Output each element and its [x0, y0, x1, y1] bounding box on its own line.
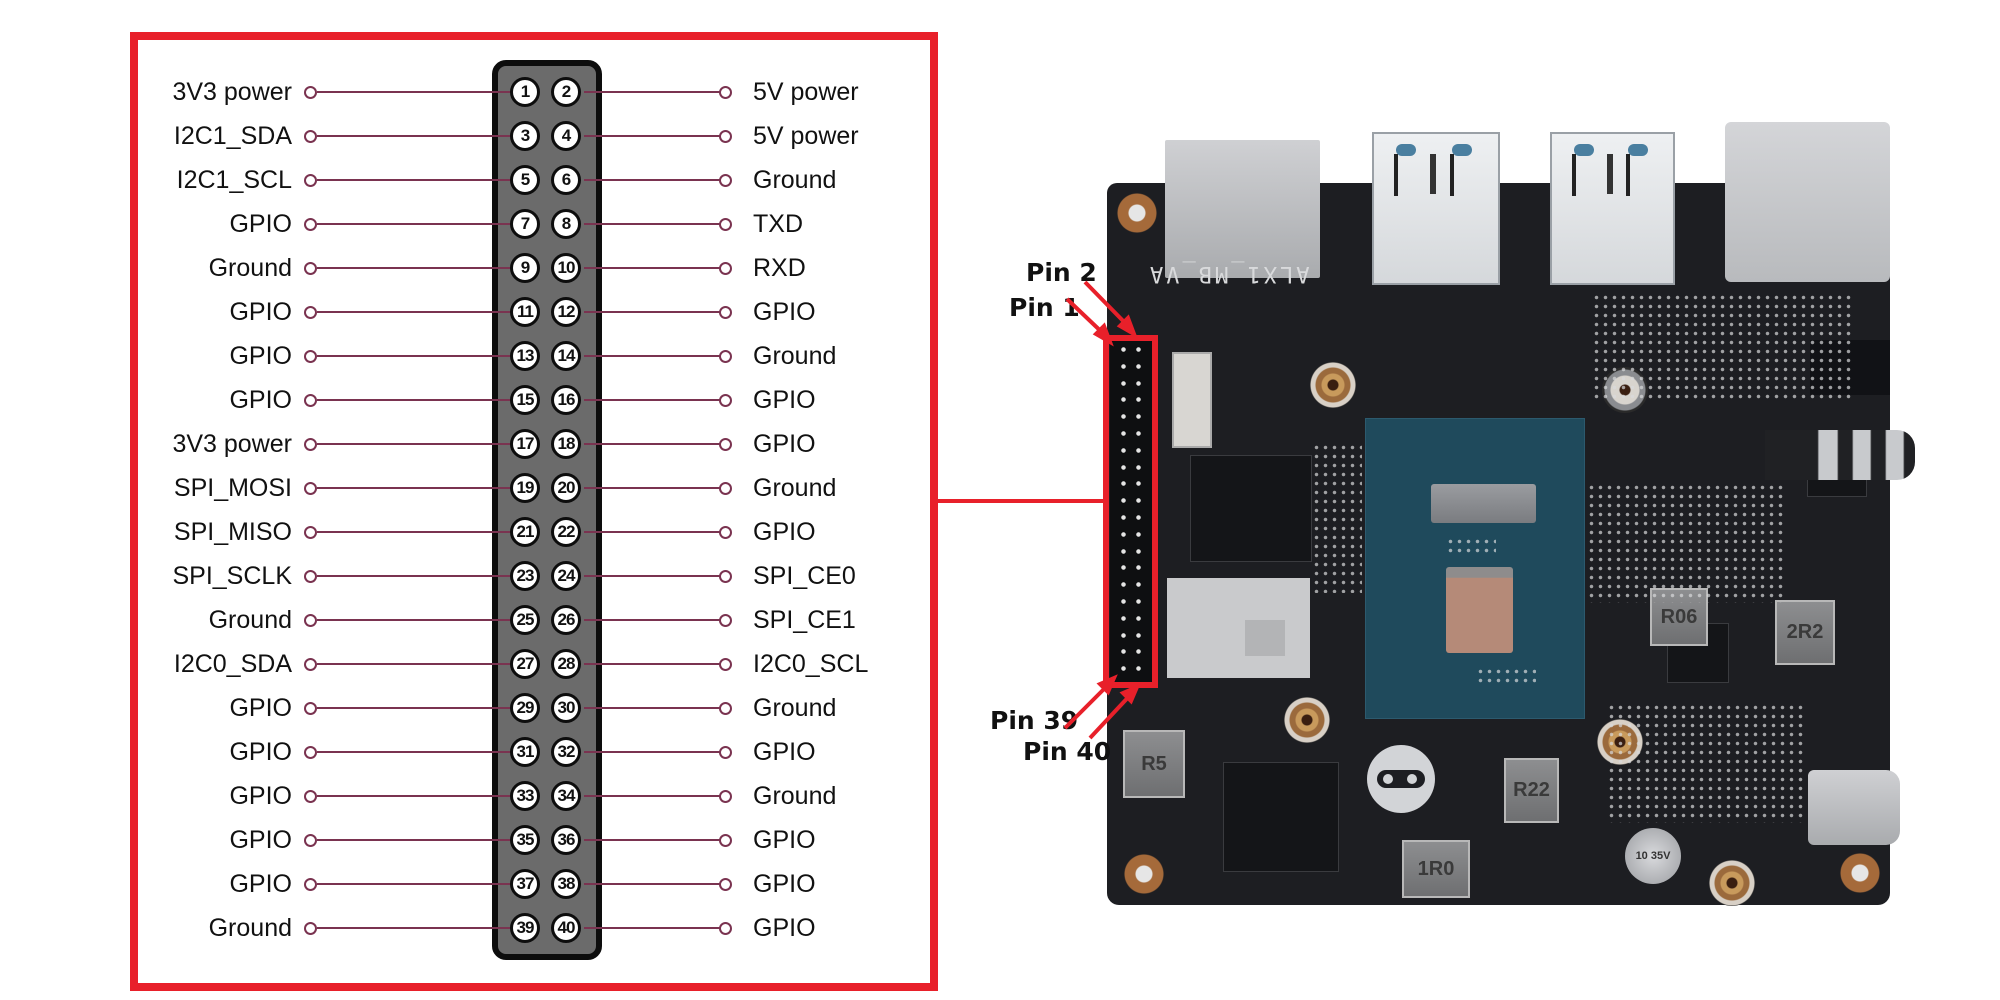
- callout-arrows: [1063, 280, 1141, 740]
